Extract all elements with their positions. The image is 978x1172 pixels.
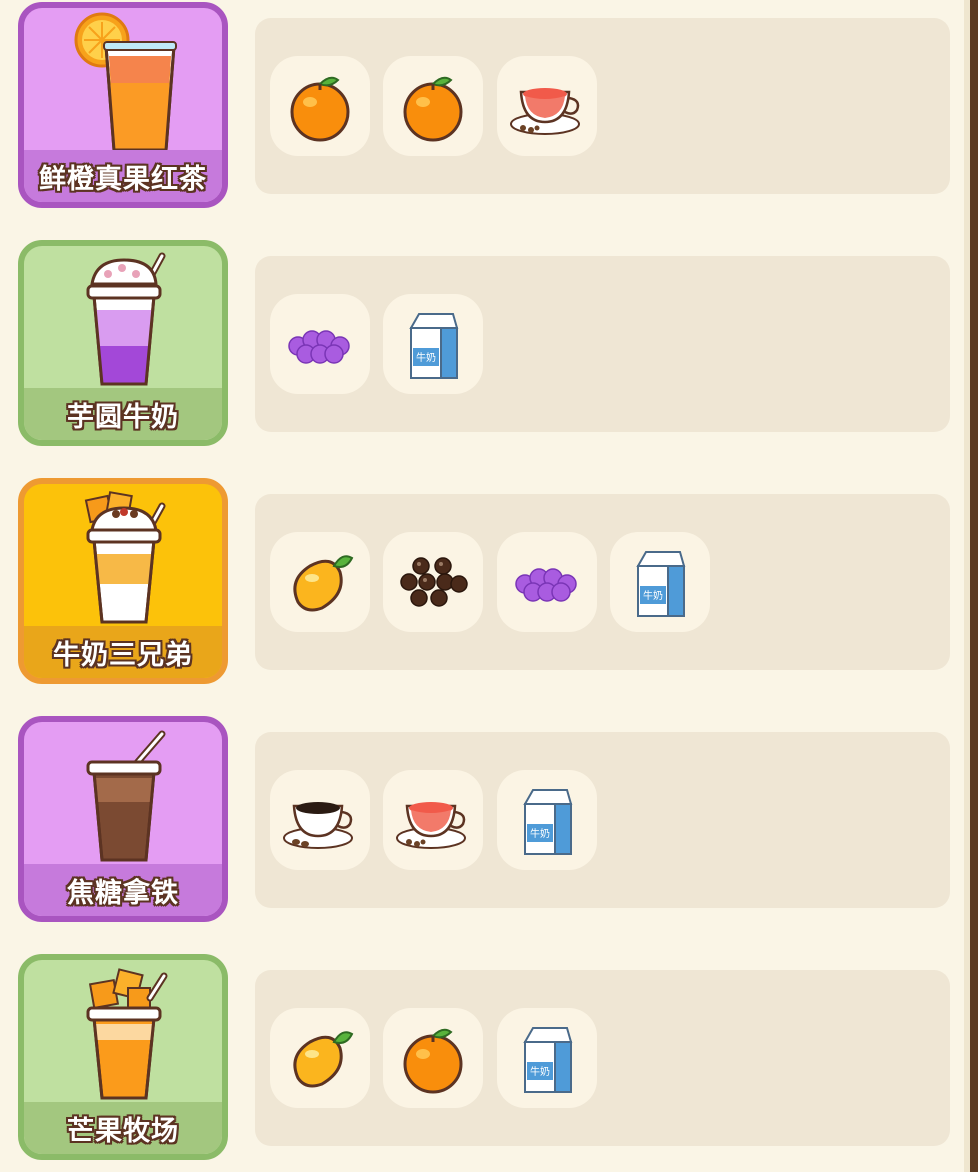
ingredient-slot[interactable] xyxy=(383,532,483,632)
red-tea-icon xyxy=(510,88,580,135)
drink-name: 鲜橙真果红茶 xyxy=(24,150,222,202)
mango-icon xyxy=(293,1031,354,1088)
taro-ball-milk-drink-icon xyxy=(86,252,166,386)
svg-text:牛奶: 牛奶 xyxy=(530,827,550,840)
drink-card-orange-tea[interactable]: 鲜橙真果红茶 xyxy=(18,2,228,208)
recipe-row: 鲜橙真果红茶 xyxy=(0,2,960,214)
drink-card-milk-three-brothers[interactable]: 牛奶三兄弟 xyxy=(18,478,228,684)
drink-card-caramel-latte[interactable]: 焦糖拿铁 xyxy=(18,716,228,922)
ingredient-slot[interactable] xyxy=(270,56,370,156)
svg-text:牛奶: 牛奶 xyxy=(643,589,663,602)
ingredient-slot[interactable]: 牛奶 xyxy=(497,1008,597,1108)
mango-ranch-drink-icon xyxy=(86,968,168,1100)
red-tea-icon xyxy=(396,802,466,849)
drink-card-mango-ranch[interactable]: 芒果牧场 xyxy=(18,954,228,1160)
svg-text:牛奶: 牛奶 xyxy=(416,351,436,364)
milk-carton-icon: 牛奶 xyxy=(636,551,686,617)
ingredient-slot[interactable]: 牛奶 xyxy=(610,532,710,632)
frame-edge xyxy=(970,0,978,1172)
orange-icon xyxy=(403,1028,463,1094)
ingredient-panel xyxy=(255,18,950,194)
ingredient-panel: 牛奶 xyxy=(255,494,950,670)
milk-carton-icon: 牛奶 xyxy=(523,789,573,855)
ingredient-slot[interactable] xyxy=(383,770,483,870)
drink-name: 牛奶三兄弟 xyxy=(24,626,222,678)
ingredient-panel: 牛奶 xyxy=(255,256,950,432)
coffee-icon xyxy=(283,802,353,849)
recipe-row: 芒果牧场 牛奶 xyxy=(0,954,960,1166)
ingredient-slot[interactable] xyxy=(497,56,597,156)
ingredient-slot[interactable] xyxy=(270,294,370,394)
recipe-row: 牛奶三兄弟 牛奶 xyxy=(0,478,960,690)
ingredient-panel: 牛奶 xyxy=(255,970,950,1146)
ingredient-panel: 牛奶 xyxy=(255,732,950,908)
ingredient-slot[interactable]: 牛奶 xyxy=(383,294,483,394)
ingredient-slot[interactable] xyxy=(383,56,483,156)
milk-three-brothers-drink-icon xyxy=(84,491,166,624)
drink-name: 芒果牧场 xyxy=(24,1102,222,1154)
orange-tea-drink-icon xyxy=(74,12,177,152)
drink-name: 焦糖拿铁 xyxy=(24,864,222,916)
ingredient-slot[interactable] xyxy=(270,1008,370,1108)
taro-balls-icon xyxy=(515,568,577,602)
orange-icon xyxy=(403,76,463,142)
drink-name: 芋圆牛奶 xyxy=(24,388,222,440)
ingredient-slot[interactable] xyxy=(270,532,370,632)
taro-balls-icon xyxy=(288,330,350,364)
recipe-row: 芋圆牛奶 牛奶 xyxy=(0,240,960,452)
ingredient-slot[interactable] xyxy=(383,1008,483,1108)
milk-carton-icon: 牛奶 xyxy=(523,1027,573,1093)
svg-text:牛奶: 牛奶 xyxy=(530,1065,550,1078)
ingredient-slot[interactable]: 牛奶 xyxy=(497,770,597,870)
ingredient-slot[interactable] xyxy=(497,532,597,632)
recipe-row: 焦糖拿铁 牛奶 xyxy=(0,716,960,928)
ingredient-slot[interactable] xyxy=(270,770,370,870)
tapioca-pearls-icon xyxy=(400,557,468,607)
drink-card-taro-milk[interactable]: 芋圆牛奶 xyxy=(18,240,228,446)
orange-icon xyxy=(290,76,350,142)
mango-icon xyxy=(293,555,354,612)
caramel-latte-drink-icon xyxy=(86,730,166,862)
milk-carton-icon: 牛奶 xyxy=(409,313,459,379)
